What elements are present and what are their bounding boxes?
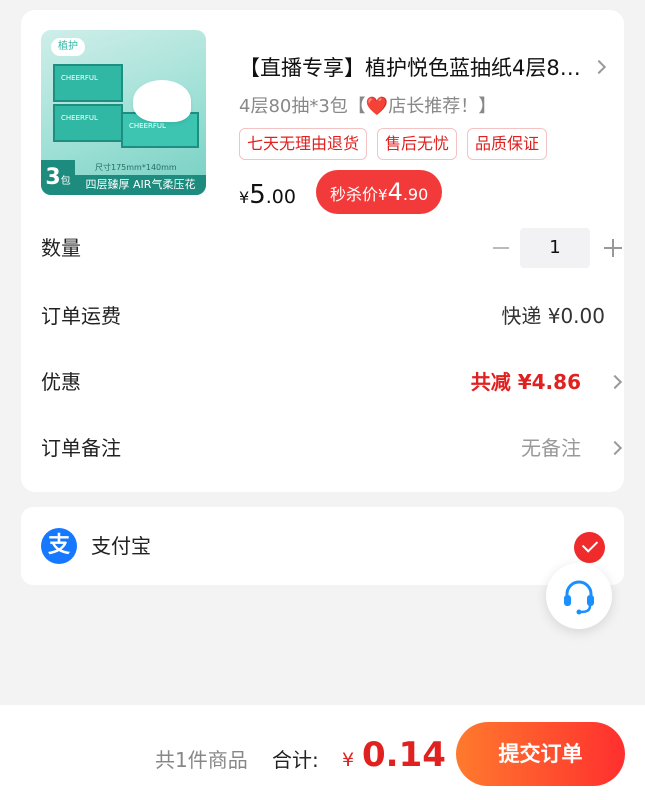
- payment-method-card[interactable]: 支 支付宝: [21, 507, 624, 585]
- plus-icon[interactable]: [604, 239, 622, 257]
- chevron-right-icon[interactable]: [607, 374, 623, 390]
- flash-sale-decimal: .90: [402, 185, 429, 204]
- flash-sale-badge: 秒杀价¥4.90: [316, 170, 443, 214]
- quantity-row: 数量 1: [41, 228, 622, 268]
- heart-icon: ❤️: [365, 96, 389, 117]
- price-integer: 5: [249, 180, 266, 210]
- price-currency: ¥: [239, 188, 250, 207]
- order-note-row[interactable]: 订单备注 无备注: [41, 428, 623, 468]
- box-label: CHEERFUL: [61, 74, 98, 82]
- box-label: CHEERFUL: [129, 122, 166, 130]
- pack-count-badge: 3包: [41, 160, 75, 195]
- total-currency: ¥: [342, 749, 355, 771]
- subtitle-prefix: 4层80抽*3包【: [239, 96, 366, 117]
- product-price: ¥5.00: [239, 180, 296, 210]
- pack-unit: 包: [60, 176, 71, 187]
- subtitle-suffix: 店长推荐！】: [388, 96, 497, 117]
- order-note-label: 订单备注: [41, 436, 121, 460]
- brand-logo: 植护: [51, 38, 85, 56]
- order-card: 植护 CHEERFUL CHEERFUL CHEERFUL 尺寸175mm*14…: [21, 10, 624, 492]
- shipping-row: 订单运费 快递 ¥0.00: [41, 296, 605, 336]
- quantity-label: 数量: [41, 236, 81, 260]
- tissue-box-image: CHEERFUL: [53, 64, 123, 102]
- quantity-input[interactable]: 1: [520, 228, 590, 268]
- flash-sale-currency: ¥: [378, 186, 388, 204]
- payment-method-label: 支付宝: [91, 534, 151, 558]
- box-label: CHEERFUL: [61, 114, 98, 122]
- submit-order-button[interactable]: 提交订单: [456, 722, 625, 786]
- discount-value[interactable]: 共减 ¥4.86: [471, 362, 581, 402]
- thumbnail-slogan: 四层臻厚 AIR气柔压花: [75, 175, 206, 195]
- product-thumbnail[interactable]: 植护 CHEERFUL CHEERFUL CHEERFUL 尺寸175mm*14…: [41, 30, 206, 195]
- flash-sale-label: 秒杀价: [330, 185, 379, 204]
- price-decimal: .00: [265, 186, 296, 208]
- service-tag: 品质保证: [467, 128, 548, 160]
- chevron-right-icon[interactable]: [607, 440, 623, 456]
- discount-row[interactable]: 优惠 共减 ¥4.86: [41, 362, 623, 402]
- total-label: 合计:: [272, 748, 319, 772]
- checkout-bar: 共1件商品 合计: ¥ 0.14 提交订单: [0, 705, 645, 800]
- service-tag: 七天无理由退货: [239, 128, 368, 160]
- product-subtitle: 4层80抽*3包【❤️店长推荐！】: [239, 92, 496, 118]
- total-amount: 0.14: [362, 735, 446, 775]
- shipping-label: 订单运费: [41, 304, 121, 328]
- item-count: 共1件商品: [155, 748, 248, 772]
- discount-label: 优惠: [41, 370, 81, 394]
- service-tag: 售后无忧: [377, 128, 458, 160]
- tissue-box-image: CHEERFUL: [53, 104, 123, 142]
- customer-service-button[interactable]: [546, 563, 612, 629]
- alipay-icon: 支: [41, 528, 77, 564]
- shipping-value: 快递 ¥0.00: [501, 304, 605, 328]
- service-tags: 七天无理由退货 售后无忧 品质保证: [239, 128, 548, 160]
- pack-count: 3: [45, 165, 61, 190]
- check-icon[interactable]: [574, 532, 605, 563]
- order-note-value[interactable]: 无备注: [521, 428, 581, 468]
- thumbnail-size-text: 尺寸175mm*140mm: [95, 163, 177, 172]
- product-row[interactable]: 植护 CHEERFUL CHEERFUL CHEERFUL 尺寸175mm*14…: [41, 30, 611, 214]
- chevron-right-icon[interactable]: [591, 59, 607, 75]
- tissue-image: [133, 80, 191, 122]
- headset-icon: [564, 580, 594, 615]
- product-title[interactable]: 【直播专享】植护悦色蓝抽纸4层80抽*3包: [239, 52, 589, 82]
- minus-icon[interactable]: [493, 247, 509, 249]
- flash-sale-integer: 4: [387, 178, 403, 206]
